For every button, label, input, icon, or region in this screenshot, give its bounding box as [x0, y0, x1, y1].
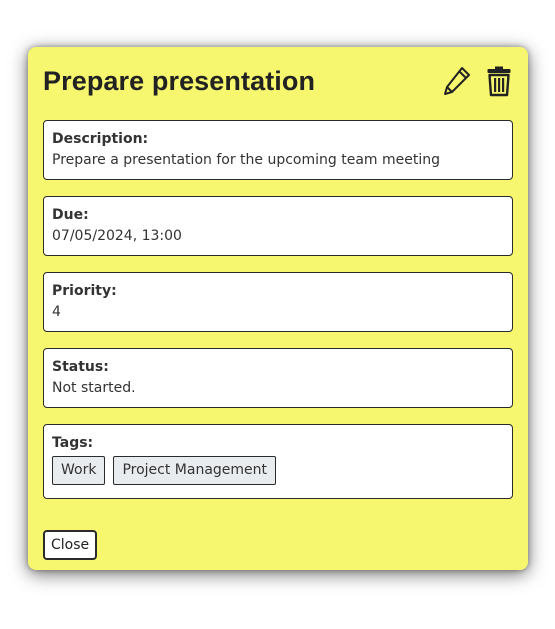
status-card: Status: Not started. [43, 348, 513, 408]
due-label: Due: [52, 207, 89, 223]
tags-card: Tags: Work Project Management [43, 424, 513, 499]
task-detail-modal: Prepare presentation Description: Prepar… [28, 47, 528, 570]
header-actions [442, 64, 514, 98]
status-value: Not started. [52, 380, 136, 396]
priority-label: Priority: [52, 283, 117, 299]
tag-work: Work [52, 456, 106, 485]
task-title: Prepare presentation [43, 65, 316, 96]
due-value: 07/05/2024, 13:00 [52, 228, 182, 244]
priority-value: 4 [52, 304, 61, 320]
due-card: Due: 07/05/2024, 13:00 [43, 196, 513, 256]
edit-button[interactable] [442, 64, 472, 98]
modal-header: Prepare presentation [43, 61, 514, 101]
tag-project-management: Project Management [113, 456, 277, 485]
description-card: Description: Prepare a presentation for … [43, 120, 513, 180]
status-label: Status: [52, 359, 109, 375]
priority-card: Priority: 4 [43, 272, 513, 332]
tags-label: Tags: [52, 435, 94, 451]
trash-icon [487, 66, 511, 97]
description-label: Description: [52, 131, 149, 147]
pencil-icon [444, 67, 470, 95]
description-value: Prepare a presentation for the upcoming … [52, 152, 440, 168]
delete-button[interactable] [484, 64, 514, 98]
close-button[interactable]: Close [43, 530, 98, 560]
tag-list: Work Project Management [52, 456, 504, 485]
